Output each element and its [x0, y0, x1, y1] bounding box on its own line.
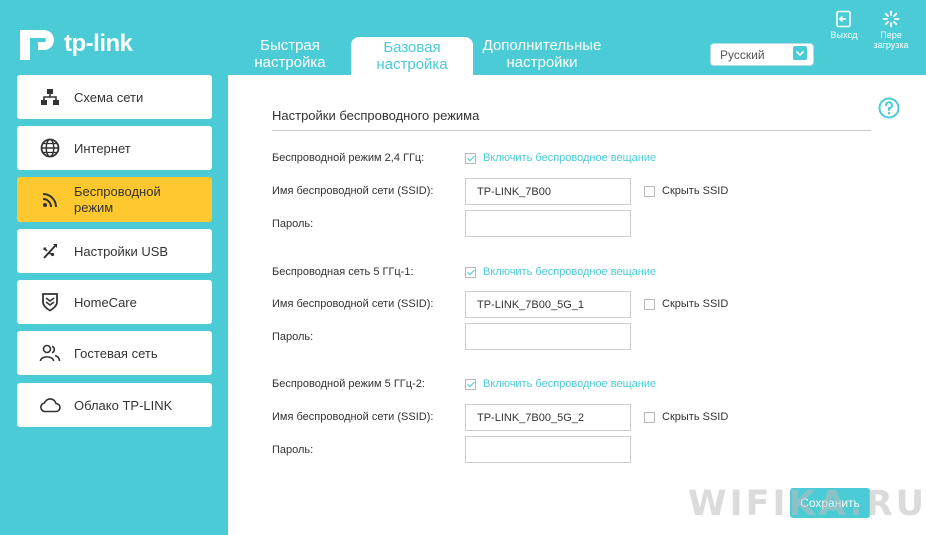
sidebar-item-label: Облако TP-LINK	[74, 397, 173, 413]
tab-label: настройка	[254, 54, 326, 71]
wifi-icon	[39, 189, 61, 211]
tab-label: Дополнительные	[482, 37, 602, 54]
sidebar-item-label: Настройки USB	[74, 243, 169, 259]
checkbox-label: Скрыть SSID	[662, 185, 729, 197]
tab-label: настройки	[506, 54, 578, 71]
password-label: Пароль:	[272, 444, 314, 456]
password-input[interactable]	[465, 323, 631, 350]
tab-quick-setup[interactable]: Быстрая настройка	[236, 37, 344, 75]
checkbox-label: Скрыть SSID	[662, 298, 729, 310]
shield-icon	[39, 291, 61, 313]
tab-label: настройка	[376, 56, 448, 73]
ssid-input[interactable]: TP-LINK_7B00_5G_2	[465, 404, 631, 431]
sidebar-item-label-wrap: Беспроводной режим	[74, 184, 161, 216]
tab-advanced-setup[interactable]: Дополнительные настройки	[474, 37, 610, 75]
globe-icon	[39, 137, 61, 159]
checkbox-label: Включить беспроводное вещание	[483, 378, 657, 390]
password-input[interactable]	[465, 436, 631, 463]
checkbox-unchecked[interactable]	[644, 411, 655, 423]
sidebar-item-wireless[interactable]: Беспроводной режим	[17, 177, 212, 222]
checkbox-label: Включить беспроводное вещание	[483, 266, 657, 278]
hide-ssid-checkbox[interactable]: Скрыть SSID	[644, 411, 728, 423]
language-value: Русский	[720, 48, 765, 62]
reboot-label: Пере	[880, 30, 902, 40]
cloud-icon	[39, 394, 61, 416]
reboot-button[interactable]: Пере загрузка	[868, 10, 914, 50]
checkbox-label: Скрыть SSID	[662, 411, 729, 423]
checkbox-unchecked[interactable]	[644, 298, 655, 310]
tab-label: Быстрая	[260, 37, 320, 54]
sidebar-item-cloud[interactable]: Облако TP-LINK	[17, 383, 212, 427]
ssid-label: Имя беспроводной сети (SSID):	[272, 298, 434, 310]
reboot-label: загрузка	[873, 40, 909, 50]
sidebar-item-label: Интернет	[74, 140, 131, 156]
help-icon[interactable]	[878, 97, 900, 119]
usb-icon	[39, 240, 61, 262]
hide-ssid-checkbox[interactable]: Скрыть SSID	[644, 185, 728, 197]
enable-broadcast-checkbox[interactable]: Включить беспроводное вещание	[465, 152, 656, 164]
checkbox-checked[interactable]	[465, 378, 476, 390]
watermark: WIFIKA.RU	[688, 484, 926, 524]
network-map-icon	[39, 86, 61, 108]
sidebar-item-label: Гостевая сеть	[74, 345, 158, 361]
checkbox-label: Включить беспроводное вещание	[483, 152, 657, 164]
tp-link-logo-icon	[20, 30, 54, 60]
section-divider	[272, 130, 871, 131]
checkbox-checked[interactable]	[465, 152, 476, 164]
hide-ssid-checkbox[interactable]: Скрыть SSID	[644, 298, 728, 310]
band-label: Беспроводная сеть 5 ГГц-1:	[272, 266, 414, 278]
password-label: Пароль:	[272, 331, 314, 343]
ssid-input[interactable]: TP-LINK_7B00_5G_1	[465, 291, 631, 318]
logout-button[interactable]: Выход	[825, 10, 863, 40]
logout-label: Выход	[830, 30, 858, 40]
reboot-icon	[882, 10, 900, 28]
band-label: Беспроводной режим 2,4 ГГц:	[272, 152, 425, 164]
ssid-label: Имя беспроводной сети (SSID):	[272, 411, 434, 423]
guests-icon	[39, 342, 61, 364]
sidebar-item-label: Схема сети	[74, 89, 144, 105]
enable-broadcast-checkbox[interactable]: Включить беспроводное вещание	[465, 266, 656, 278]
tab-label: Базовая	[383, 39, 441, 56]
sidebar-item-label: HomeCare	[74, 294, 137, 310]
sidebar-item-network-map[interactable]: Схема сети	[17, 75, 212, 119]
sidebar-item-label: Беспроводной	[74, 183, 161, 199]
enable-broadcast-checkbox[interactable]: Включить беспроводное вещание	[465, 378, 656, 390]
ssid-input[interactable]: TP-LINK_7B00	[465, 178, 631, 205]
brand-name: tp-link	[64, 30, 133, 57]
password-input[interactable]	[465, 210, 631, 237]
ssid-label: Имя беспроводной сети (SSID):	[272, 185, 434, 197]
language-select[interactable]: Русский	[710, 43, 814, 66]
sidebar-item-homecare[interactable]: HomeCare	[17, 280, 212, 324]
checkbox-checked[interactable]	[465, 266, 476, 278]
sidebar-item-label: режим	[74, 199, 114, 215]
chevron-down-icon	[793, 46, 807, 60]
sidebar-item-internet[interactable]: Интернет	[17, 126, 212, 170]
band-label: Беспроводной режим 5 ГГц-2:	[272, 378, 425, 390]
checkbox-unchecked[interactable]	[644, 185, 655, 197]
tab-basic-setup[interactable]: Базовая настройка	[351, 37, 473, 75]
sidebar-item-usb[interactable]: Настройки USB	[17, 229, 212, 273]
logout-icon	[836, 10, 851, 28]
section-title: Настройки беспроводного режима	[272, 108, 480, 123]
sidebar-item-guest-network[interactable]: Гостевая сеть	[17, 331, 212, 375]
password-label: Пароль:	[272, 218, 314, 230]
